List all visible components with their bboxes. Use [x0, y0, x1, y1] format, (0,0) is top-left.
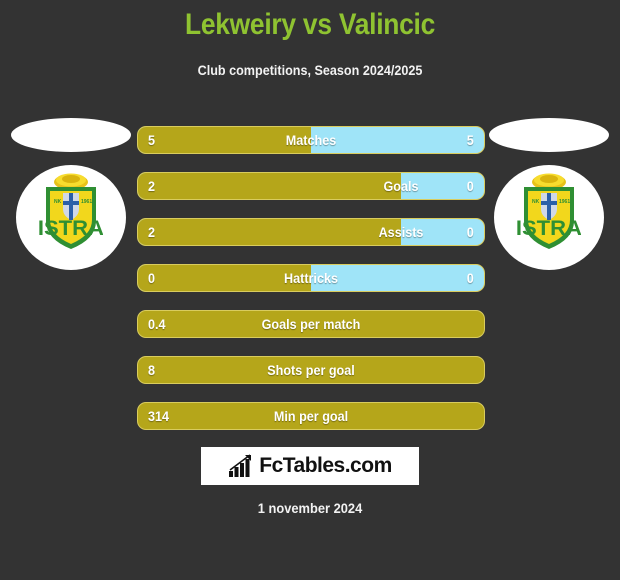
svg-text:ISTRA: ISTRA: [39, 216, 103, 239]
stat-home-fill: [138, 173, 401, 199]
stat-label: Goals per match: [261, 316, 361, 332]
stat-away-value: 5: [466, 132, 474, 148]
stat-home-value: 0.4: [148, 316, 166, 332]
page-subtitle: Club competitions, Season 2024/2025: [197, 62, 423, 78]
away-team-side: NK 1961 ISTRA: [484, 118, 614, 288]
home-team-badge: NK 1961 ISTRA: [16, 165, 126, 270]
stat-home-value: 2: [148, 178, 156, 194]
stat-label: Matches: [285, 132, 337, 148]
stat-row: 314 Min per goal: [137, 402, 485, 430]
stat-row: 2 Assists 0: [137, 218, 485, 246]
svg-text:1961: 1961: [559, 199, 570, 205]
svg-text:1961: 1961: [81, 199, 92, 205]
stat-label: Goals: [383, 178, 419, 194]
svg-text:NK: NK: [532, 199, 540, 205]
fctables-logo-text: FcTables.com: [259, 454, 392, 477]
svg-text:NK: NK: [54, 199, 62, 205]
stat-home-fill: [138, 219, 401, 245]
stat-comparison-page: Lekweiry vs Valincic Club competitions, …: [0, 0, 620, 580]
stats-list: 5 Matches 5 2 Goals 0 2 Assists 0 0 Hattricks 0 0.4 G…: [137, 126, 485, 448]
stat-label: Min per goal: [273, 408, 349, 424]
away-team-badge: NK 1961 ISTRA: [494, 165, 604, 270]
stat-home-value: 314: [148, 408, 170, 424]
stat-away-value: 0: [466, 178, 474, 194]
stat-label: Hattricks: [284, 270, 338, 286]
stat-away-value: 0: [466, 270, 474, 286]
stat-home-value: 5: [148, 132, 156, 148]
footer-date: 1 november 2024: [257, 500, 363, 516]
istra-crest-icon: NK 1961 ISTRA: [517, 173, 581, 249]
stat-away-value: 0: [466, 224, 474, 240]
stat-row: 5 Matches 5: [137, 126, 485, 154]
home-player-photo: [11, 118, 131, 152]
stat-row: 2 Goals 0: [137, 172, 485, 200]
svg-text:ISTRA: ISTRA: [517, 216, 581, 239]
stat-row: 0.4 Goals per match: [137, 310, 485, 338]
bar-chart-arrow-icon: [229, 454, 252, 477]
istra-crest-icon: NK 1961 ISTRA: [39, 173, 103, 249]
stat-home-value: 8: [148, 362, 156, 378]
stat-home-value: 2: [148, 224, 156, 240]
away-player-photo: [489, 118, 609, 152]
fctables-logo[interactable]: FcTables.com: [201, 447, 419, 485]
stat-home-value: 0: [148, 270, 156, 286]
stat-row: 0 Hattricks 0: [137, 264, 485, 292]
stat-label: Assists: [378, 224, 424, 240]
page-title: Lekweiry vs Valincic: [184, 8, 436, 41]
stat-row: 8 Shots per goal: [137, 356, 485, 384]
stat-label: Shots per goal: [267, 362, 355, 378]
home-team-side: NK 1961 ISTRA: [6, 118, 136, 288]
